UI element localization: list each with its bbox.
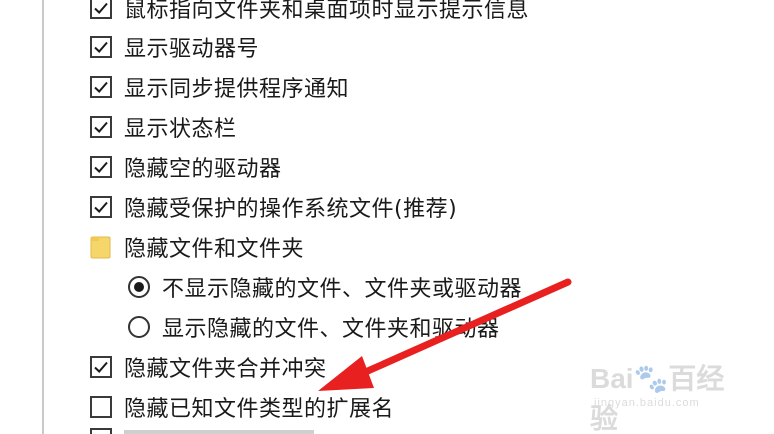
panel-border bbox=[42, 0, 44, 434]
checkbox-unchecked-icon[interactable] bbox=[90, 396, 112, 418]
option-hide-empty-drives[interactable]: 隐藏空的驱动器 bbox=[90, 147, 282, 187]
option-label: 隐藏文件夹合并冲突 bbox=[124, 357, 327, 382]
group-hidden-files-folders: 隐藏文件和文件夹 bbox=[90, 227, 304, 267]
checkbox-partial-icon bbox=[90, 428, 112, 434]
group-label: 隐藏文件和文件夹 bbox=[124, 237, 305, 262]
option-show-drive-letters[interactable]: 显示驱动器号 bbox=[90, 27, 259, 67]
checkbox-icon[interactable] bbox=[90, 356, 112, 378]
partial-label bbox=[124, 430, 314, 434]
option-label: 隐藏受保护的操作系统文件(推荐) bbox=[124, 197, 458, 222]
option-label: 显示同步提供程序通知 bbox=[124, 77, 350, 102]
option-label: 显示状态栏 bbox=[124, 117, 237, 142]
option-label: 显示驱动器号 bbox=[124, 37, 260, 62]
folder-options-panel: 鼠标指向文件夹和桌面项时显示提示信息 显示驱动器号 显示同步提供程序通知 显示状… bbox=[0, 0, 774, 434]
folder-icon bbox=[90, 235, 112, 259]
radio-show-hidden[interactable]: 显示隐藏的文件、文件夹和驱动器 bbox=[128, 307, 500, 347]
radio-unselected-icon[interactable] bbox=[128, 316, 150, 338]
option-label: 显示隐藏的文件、文件夹和驱动器 bbox=[162, 317, 500, 342]
checkbox-icon[interactable] bbox=[90, 76, 112, 98]
checkbox-icon[interactable] bbox=[90, 36, 112, 58]
baidu-watermark: Bai🐾百经验 jingyan.baidu.com bbox=[590, 345, 740, 434]
option-hide-folder-merge-conflicts[interactable]: 隐藏文件夹合并冲突 bbox=[90, 347, 327, 387]
option-label: 鼠标指向文件夹和桌面项时显示提示信息 bbox=[124, 0, 530, 23]
option-label: 隐藏空的驱动器 bbox=[124, 157, 282, 182]
option-tooltip-info[interactable]: 鼠标指向文件夹和桌面项时显示提示信息 bbox=[90, 0, 529, 28]
watermark-sub: jingyan.baidu.com bbox=[594, 397, 700, 409]
radio-dont-show-hidden[interactable]: 不显示隐藏的文件、文件夹或驱动器 bbox=[128, 267, 522, 307]
option-status-bar[interactable]: 显示状态栏 bbox=[90, 107, 237, 147]
checkbox-icon[interactable] bbox=[90, 156, 112, 178]
option-label: 不显示隐藏的文件、文件夹或驱动器 bbox=[162, 277, 523, 302]
option-hide-extensions[interactable]: 隐藏已知文件类型的扩展名 bbox=[90, 387, 394, 427]
radio-selected-icon[interactable] bbox=[128, 276, 150, 298]
checkbox-icon[interactable] bbox=[90, 0, 112, 19]
option-sync-notifications[interactable]: 显示同步提供程序通知 bbox=[90, 67, 349, 107]
option-label: 隐藏已知文件类型的扩展名 bbox=[124, 397, 395, 422]
checkbox-icon[interactable] bbox=[90, 196, 112, 218]
option-hide-protected-os-files[interactable]: 隐藏受保护的操作系统文件(推荐) bbox=[90, 187, 457, 227]
watermark-text: Bai🐾百经验 bbox=[590, 363, 725, 434]
checkbox-icon[interactable] bbox=[90, 116, 112, 138]
